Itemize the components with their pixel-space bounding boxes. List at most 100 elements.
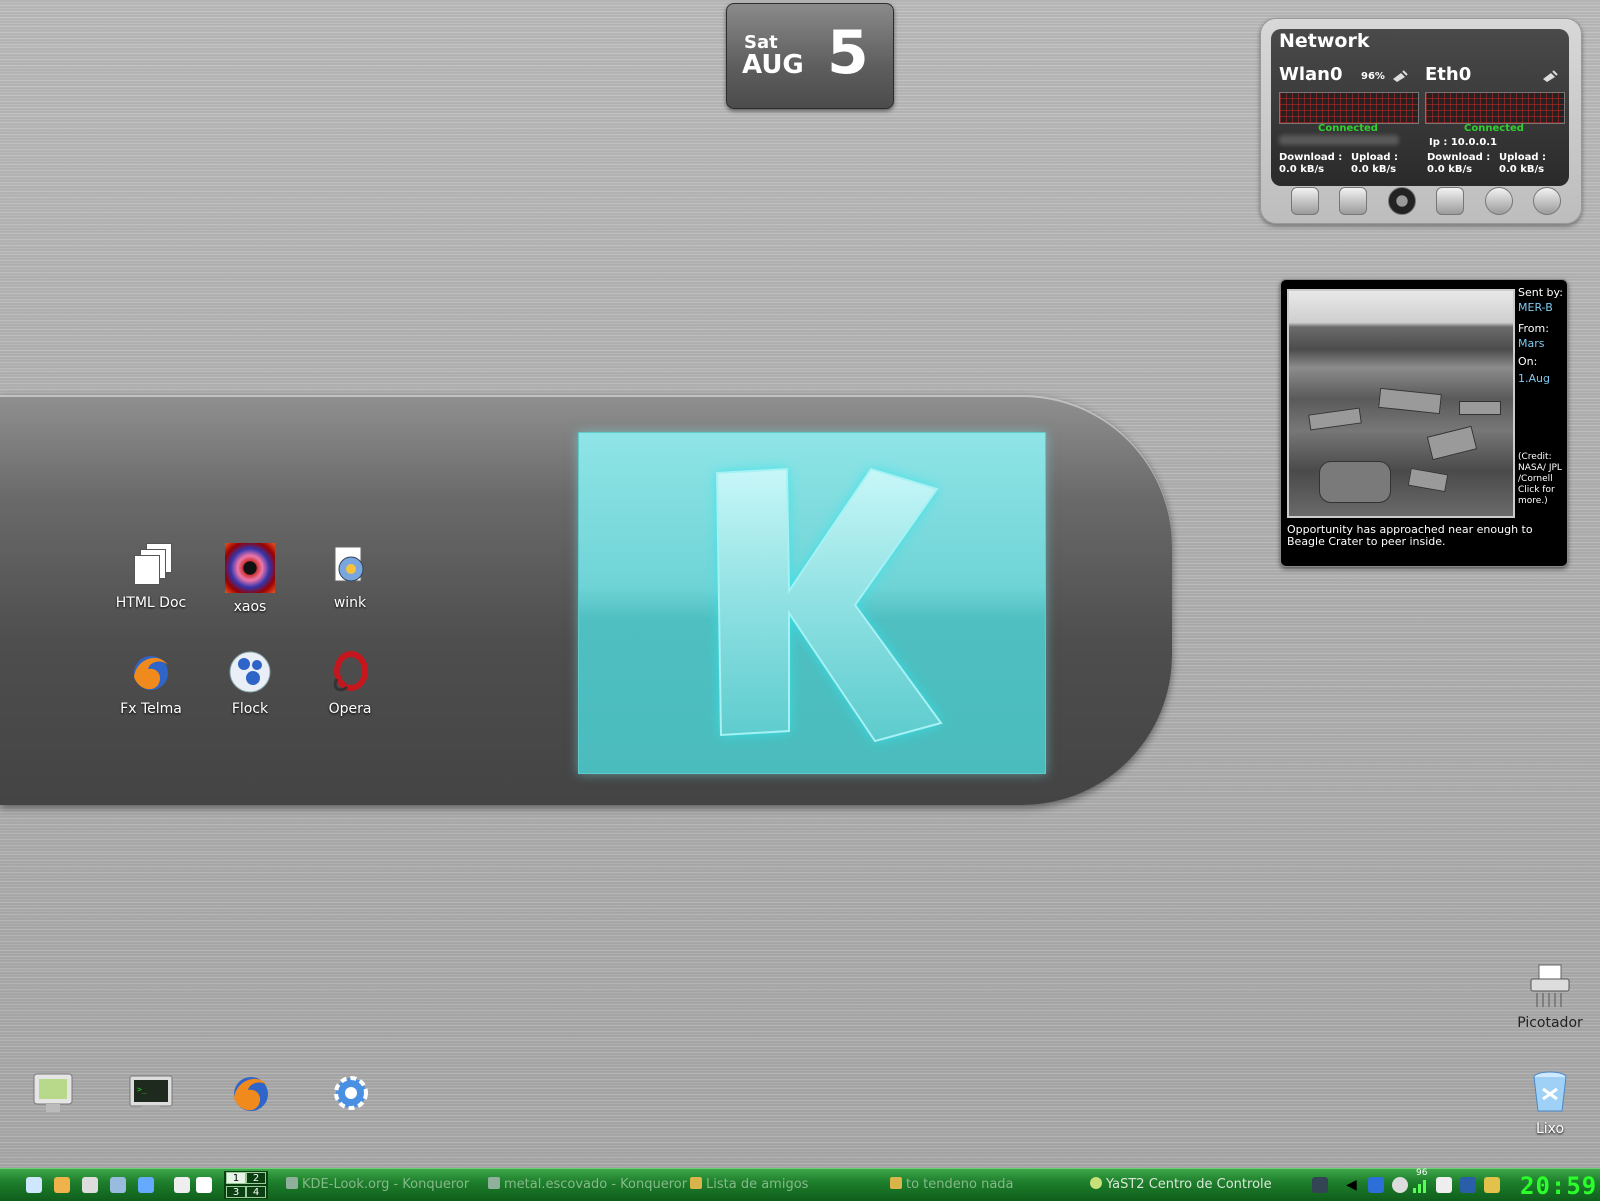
user-icon[interactable] bbox=[1484, 1177, 1500, 1193]
plug-icon bbox=[1543, 70, 1558, 82]
wlan0-traffic-graph bbox=[1279, 92, 1419, 124]
desktop-icon-label: Picotador bbox=[1517, 1015, 1583, 1031]
search-icon[interactable] bbox=[1392, 1177, 1408, 1193]
task-button[interactable]: YaST2 Centro de Controle bbox=[1090, 1177, 1272, 1192]
pager-desktop-1[interactable]: 1 bbox=[226, 1172, 246, 1184]
clock[interactable]: 20:59 bbox=[1520, 1172, 1597, 1200]
task-button[interactable]: Lista de amigos bbox=[690, 1177, 808, 1192]
task-label: Lista de amigos bbox=[706, 1177, 809, 1192]
task-button[interactable]: KDE-Look.org - Konqueror bbox=[286, 1177, 469, 1192]
wlan0-status: Connected bbox=[1318, 123, 1378, 134]
search-icon[interactable] bbox=[174, 1177, 190, 1193]
browser-launcher-icon[interactable] bbox=[82, 1177, 98, 1193]
network-title: Network bbox=[1279, 30, 1370, 52]
desktop-icon-html-doc[interactable]: HTML Doc bbox=[101, 543, 201, 611]
wlan0-upload-value: 0.0 kB/s bbox=[1351, 164, 1397, 175]
task-label: YaST2 Centro de Controle bbox=[1106, 1177, 1272, 1192]
tray-collapse-icon[interactable]: ◀ bbox=[1346, 1177, 1362, 1193]
desktop-icon-wink[interactable]: wink bbox=[300, 543, 400, 611]
desktop-icon-xaos[interactable]: xaos bbox=[200, 543, 300, 615]
wifi-signal-icon[interactable]: 96 bbox=[1412, 1168, 1428, 1193]
window-list-icon[interactable] bbox=[1312, 1177, 1328, 1193]
svg-text:>_: >_ bbox=[137, 1085, 147, 1094]
documents-icon bbox=[128, 543, 174, 589]
desktop-icon-label: Opera bbox=[328, 701, 372, 717]
pager-desktop-4[interactable]: 4 bbox=[246, 1186, 266, 1198]
eth0-status: Connected bbox=[1464, 123, 1524, 134]
memory-icon[interactable] bbox=[1436, 187, 1465, 215]
shield-icon[interactable] bbox=[1368, 1177, 1384, 1193]
konqueror-icon[interactable] bbox=[328, 1070, 374, 1116]
firefox-icon[interactable] bbox=[228, 1070, 274, 1116]
home-icon[interactable] bbox=[26, 1177, 42, 1193]
network-panel: Network Wlan0 96% Eth0 Connected Connect… bbox=[1271, 29, 1569, 186]
photo-credit[interactable]: (Credit: NASA/ JPL /Cornell Click for mo… bbox=[1518, 452, 1566, 507]
wifi-signal-percent: 96 bbox=[1416, 1168, 1428, 1178]
eth0-download-value: 0.0 kB/s bbox=[1427, 164, 1473, 175]
cd-drive-icon[interactable] bbox=[1532, 187, 1561, 215]
desktop-icon-picotador[interactable]: Picotador bbox=[1500, 963, 1600, 1031]
network-launcher-icon[interactable] bbox=[110, 1177, 126, 1193]
konqueror-launcher-icon[interactable] bbox=[54, 1177, 70, 1193]
contact-icon bbox=[690, 1177, 702, 1189]
desktop-icon-label: wink bbox=[333, 595, 367, 611]
show-desktop-icon[interactable] bbox=[196, 1177, 212, 1193]
pager-desktop-2[interactable]: 2 bbox=[246, 1172, 266, 1184]
task-label: to tendeno nada bbox=[906, 1177, 1014, 1192]
desktop-icon-label: Flock bbox=[231, 701, 269, 717]
desktop-icon-opera[interactable]: Opera bbox=[300, 649, 400, 717]
desktop-icon-label: xaos bbox=[233, 599, 267, 615]
eth0-upload-value: 0.0 kB/s bbox=[1499, 164, 1545, 175]
sent-by-label: Sent by: bbox=[1518, 286, 1563, 299]
network-icon[interactable] bbox=[1387, 187, 1416, 215]
on-value: 1.Aug bbox=[1518, 372, 1550, 385]
date-day-number: 5 bbox=[827, 18, 869, 88]
on-label: On: bbox=[1518, 355, 1538, 368]
cpu-icon[interactable] bbox=[1291, 187, 1319, 215]
eth0-download-label: Download : bbox=[1427, 152, 1491, 163]
wlan0-signal: 96% bbox=[1361, 71, 1385, 82]
contact-icon bbox=[890, 1177, 902, 1189]
from-value: Mars bbox=[1518, 337, 1545, 350]
mars-photo-widget[interactable]: Sent by: MER-B From: Mars On: 1.Aug (Cre… bbox=[1280, 279, 1568, 567]
desktop-icon-label: HTML Doc bbox=[115, 595, 187, 611]
terminal-icon[interactable]: >_ bbox=[128, 1070, 174, 1116]
wlan0-download-value: 0.0 kB/s bbox=[1279, 164, 1325, 175]
mars-rover-photo[interactable] bbox=[1287, 289, 1515, 518]
network-widget: Network Wlan0 96% Eth0 Connected Connect… bbox=[1260, 18, 1582, 224]
wink-icon bbox=[327, 543, 373, 589]
date-month: AUG bbox=[742, 50, 804, 80]
trash-icon bbox=[1527, 1069, 1573, 1115]
date-widget: Sat AUG 5 bbox=[726, 3, 894, 109]
eth0-upload-label: Upload : bbox=[1499, 152, 1546, 163]
kde-logo-panel bbox=[578, 432, 1046, 774]
shredder-icon bbox=[1527, 963, 1573, 1009]
clipboard-icon[interactable] bbox=[1436, 1177, 1452, 1193]
desktop-icon-label: Lixo bbox=[1535, 1121, 1565, 1137]
flock-icon bbox=[227, 649, 273, 695]
monitor-icon[interactable] bbox=[30, 1070, 76, 1116]
desktop-pager: 1 2 3 4 bbox=[224, 1171, 268, 1199]
eth0-name: Eth0 bbox=[1425, 64, 1472, 85]
wlan0-name: Wlan0 bbox=[1279, 64, 1343, 85]
task-label: KDE-Look.org - Konqueror bbox=[302, 1177, 470, 1192]
hard-disk-icon[interactable] bbox=[1339, 187, 1368, 215]
fractal-icon bbox=[225, 543, 275, 593]
konqueror-icon bbox=[488, 1177, 500, 1189]
taskbar: 1 2 3 4 KDE-Look.org - Konqueror metal.e… bbox=[0, 1168, 1600, 1201]
chat-launcher-icon[interactable] bbox=[138, 1177, 154, 1193]
pager-desktop-3[interactable]: 3 bbox=[226, 1186, 246, 1198]
photo-caption: Opportunity has approached near enough t… bbox=[1287, 523, 1533, 548]
desktop-icon-fx-telma[interactable]: Fx Telma bbox=[101, 649, 201, 717]
alarm-clock-icon[interactable] bbox=[1484, 187, 1513, 215]
desktop-icon-flock[interactable]: Flock bbox=[200, 649, 300, 717]
task-label: metal.escovado - Konqueror bbox=[504, 1177, 688, 1192]
task-button[interactable]: to tendeno nada bbox=[890, 1177, 1014, 1192]
bluetooth-icon[interactable] bbox=[1460, 1177, 1476, 1193]
desktop-icon-lixo[interactable]: Lixo bbox=[1500, 1069, 1600, 1137]
plug-icon bbox=[1393, 70, 1408, 82]
wlan0-download-label: Download : bbox=[1279, 152, 1343, 163]
eth0-ip: Ip : 10.0.0.1 bbox=[1429, 137, 1498, 148]
task-button[interactable]: metal.escovado - Konqueror bbox=[488, 1177, 687, 1192]
firefox-icon bbox=[128, 649, 174, 695]
